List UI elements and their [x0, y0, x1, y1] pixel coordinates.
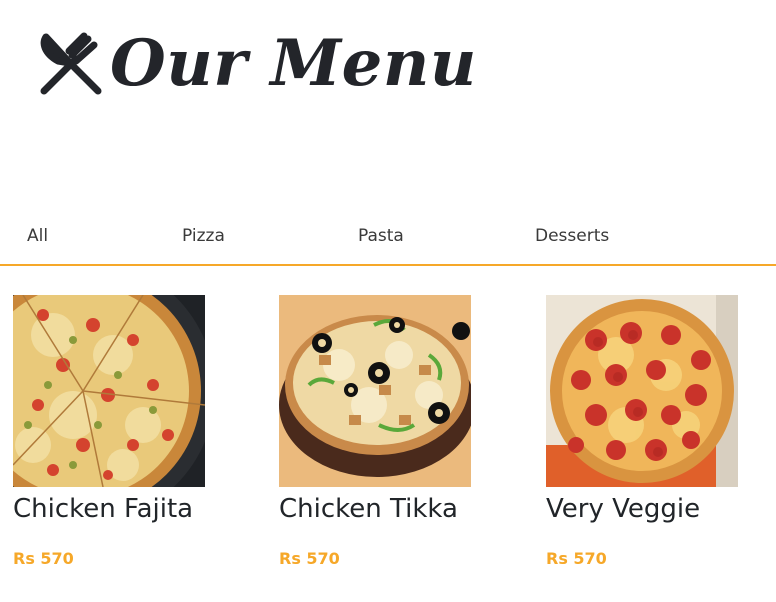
menu-header: Our Menu — [36, 26, 477, 102]
item-price: Rs 570 — [546, 549, 607, 568]
pizza-tikka-image — [279, 295, 471, 487]
item-price: Rs 570 — [13, 549, 74, 568]
pizza-fajita-image — [13, 295, 205, 487]
item-name: Chicken Fajita — [13, 494, 194, 524]
item-price: Rs 570 — [279, 549, 340, 568]
pizza-pepperoni-image — [546, 295, 738, 487]
fork-knife-icon — [40, 32, 102, 95]
menu-card[interactable]: Very Veggie Rs 570 — [546, 295, 776, 568]
tab-all[interactable]: All — [27, 226, 48, 246]
menu-card[interactable]: Chicken Fajita Rs 570 — [13, 295, 243, 568]
item-name: Chicken Tikka — [279, 494, 458, 524]
item-name: Very Veggie — [546, 494, 701, 524]
menu-page: Our Menu All Pizza Pasta Desserts Chicke… — [0, 0, 776, 602]
tab-pasta[interactable]: Pasta — [358, 226, 404, 246]
page-title: Our Menu — [110, 26, 477, 101]
tab-pizza[interactable]: Pizza — [182, 226, 225, 246]
tab-desserts[interactable]: Desserts — [535, 226, 609, 246]
menu-card[interactable]: Chicken Tikka Rs 570 — [279, 295, 509, 568]
category-tabs: All Pizza Pasta Desserts — [0, 220, 776, 266]
